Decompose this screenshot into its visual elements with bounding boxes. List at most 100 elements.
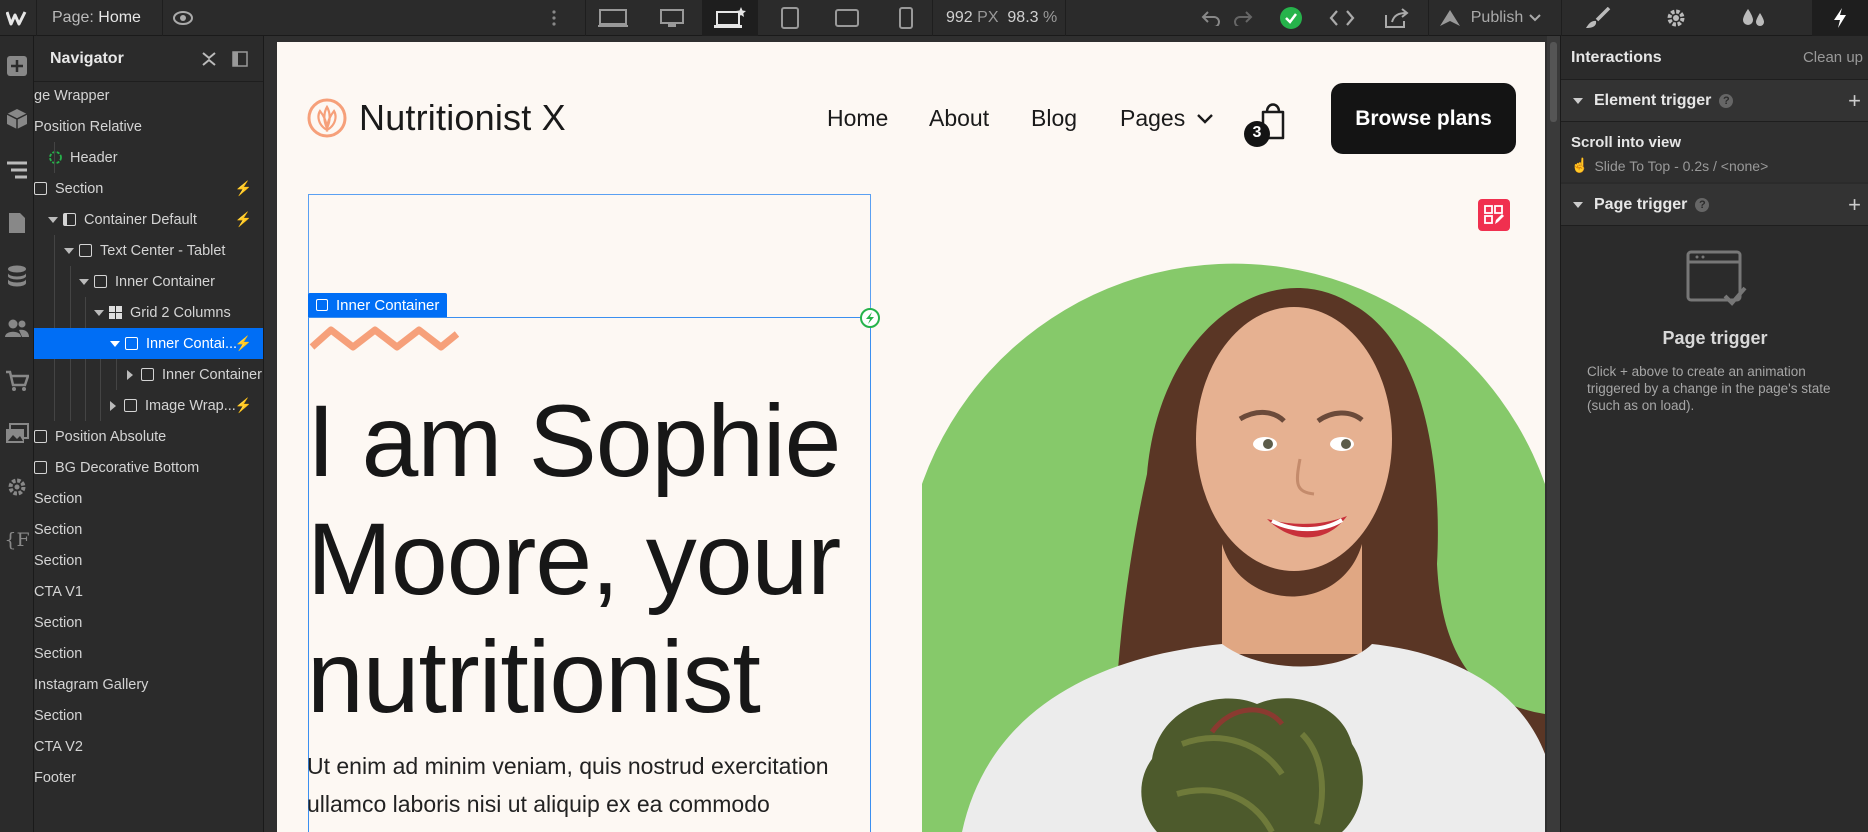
- navigator-item[interactable]: Section: [34, 700, 263, 731]
- navigator-item[interactable]: Section: [34, 514, 263, 545]
- navigator-item-label: Section: [34, 490, 83, 507]
- chevron-down-icon: [1529, 14, 1541, 22]
- navigator-item[interactable]: ge Wrapper: [34, 80, 263, 111]
- add-panel-icon[interactable]: [0, 51, 34, 81]
- interactions-title: Interactions: [1571, 48, 1662, 66]
- variables-icon[interactable]: {F: [0, 525, 34, 555]
- navigator-item-label: Image Wrap...: [145, 397, 236, 414]
- navigator-item[interactable]: Section ⚡: [34, 173, 263, 204]
- caret-down-icon[interactable]: [79, 278, 89, 285]
- caret-down-icon: [1573, 201, 1583, 208]
- cms-database-icon[interactable]: [0, 261, 34, 291]
- page-trigger-empty-icon: [1686, 250, 1747, 306]
- edit-grid-badge-icon[interactable]: [1478, 199, 1510, 231]
- navigator-item[interactable]: Section: [34, 545, 263, 576]
- browse-plans-button[interactable]: Browse plans: [1331, 83, 1516, 154]
- empty-state-title: Page trigger: [1662, 328, 1768, 348]
- interactions-header: Interactions Clean up: [1561, 36, 1868, 80]
- publish-button[interactable]: Publish: [1434, 0, 1546, 36]
- components-cube-icon[interactable]: [0, 104, 34, 134]
- webflow-logo-icon[interactable]: [0, 0, 36, 36]
- navigator-item-label: Section: [34, 707, 83, 724]
- style-brush-icon[interactable]: [1576, 0, 1620, 36]
- navigator-item-label: Header: [70, 149, 118, 166]
- nav-home-link[interactable]: Home: [827, 105, 888, 132]
- navigator-item[interactable]: Section: [34, 638, 263, 669]
- navigator-layers-icon[interactable]: [0, 155, 34, 185]
- breakpoint-tablet-icon[interactable]: [768, 0, 812, 36]
- trigger-list-item[interactable]: Scroll into view ☝ Slide To Top - 0.2s / …: [1561, 122, 1868, 182]
- publish-label: Publish: [1470, 9, 1524, 26]
- help-icon[interactable]: ?: [1719, 93, 1734, 108]
- navigator-item[interactable]: Position Absolute: [34, 421, 263, 452]
- caret-down-icon[interactable]: [110, 340, 120, 347]
- assets-images-icon[interactable]: [0, 419, 34, 449]
- navigator-item-label: Position Relative: [34, 118, 142, 135]
- page-selector[interactable]: Page: Home: [52, 0, 141, 36]
- users-icon[interactable]: [0, 313, 34, 343]
- navigator-item[interactable]: Position Relative: [34, 111, 263, 142]
- div-block-icon: [79, 244, 92, 257]
- cart-button[interactable]: 3: [1243, 98, 1293, 148]
- more-dots-icon[interactable]: [544, 0, 564, 36]
- navigator-item[interactable]: Header: [34, 142, 263, 173]
- export-icon[interactable]: [1376, 0, 1418, 36]
- page-trigger-label: Page trigger: [1594, 195, 1688, 213]
- ecommerce-cart-icon[interactable]: [0, 366, 34, 396]
- add-element-trigger-icon[interactable]: +: [1848, 88, 1861, 114]
- add-page-trigger-icon[interactable]: +: [1848, 192, 1861, 218]
- navigator-item[interactable]: Section: [34, 607, 263, 638]
- navigator-item[interactable]: CTA V2: [34, 731, 263, 762]
- settings-cog-icon[interactable]: [0, 472, 34, 502]
- nav-blog-link[interactable]: Blog: [1031, 105, 1077, 132]
- caret-down-icon[interactable]: [48, 216, 58, 223]
- caret-right-icon[interactable]: [110, 400, 116, 411]
- navigator-item[interactable]: Image Wrap... ⚡: [34, 390, 263, 421]
- navigator-item[interactable]: Container Default ⚡: [34, 204, 263, 235]
- site-brand[interactable]: Nutritionist X: [307, 97, 566, 139]
- tree-guide: [54, 297, 55, 328]
- breakpoint-desktop-icon[interactable]: [702, 0, 758, 36]
- caret-down-icon[interactable]: [94, 309, 104, 316]
- style-manager-drops-icon[interactable]: [1732, 0, 1776, 36]
- navigator-item[interactable]: Grid 2 Columns: [34, 297, 263, 328]
- navigator-item-label: CTA V2: [34, 738, 83, 755]
- preview-eye-icon[interactable]: [166, 0, 200, 36]
- selected-tag-label: Inner Container: [336, 296, 440, 314]
- div-block-icon: [34, 461, 47, 474]
- code-icon[interactable]: [1322, 0, 1362, 36]
- navigator-item[interactable]: Inner Container: [34, 359, 263, 390]
- navigator-item[interactable]: Inner Container: [34, 266, 263, 297]
- collapse-all-icon[interactable]: [202, 52, 216, 66]
- navigator-item[interactable]: CTA V1: [34, 576, 263, 607]
- element-trigger-section[interactable]: Element trigger ? +: [1561, 80, 1868, 122]
- breakpoint-landscape-icon[interactable]: [825, 0, 869, 36]
- navigator-item[interactable]: Instagram Gallery: [34, 669, 263, 700]
- selected-element-tag[interactable]: Inner Container: [308, 293, 448, 317]
- nav-about-link[interactable]: About: [929, 105, 989, 132]
- dock-panel-icon[interactable]: [232, 51, 248, 67]
- navigator-item[interactable]: Text Center - Tablet: [34, 235, 263, 266]
- settings-gear-icon[interactable]: [1654, 0, 1698, 36]
- breakpoint-xl-icon[interactable]: [650, 0, 694, 36]
- help-icon[interactable]: ?: [1695, 197, 1710, 212]
- navigator-item-label: Container Default: [84, 211, 197, 228]
- redo-icon[interactable]: [1226, 0, 1260, 36]
- canvas-scrollbar[interactable]: [1547, 36, 1560, 832]
- breakpoint-xxl-icon[interactable]: [591, 0, 635, 36]
- navigator-item[interactable]: Footer: [34, 762, 263, 793]
- caret-right-icon[interactable]: [127, 369, 133, 380]
- navigator-item[interactable]: Section: [34, 483, 263, 514]
- navigator-item[interactable]: Inner Contai... ⚡: [34, 328, 263, 359]
- interactions-bolt-icon[interactable]: [1812, 0, 1868, 36]
- caret-down-icon[interactable]: [64, 247, 74, 254]
- navigator-item-label: Instagram Gallery: [34, 676, 149, 693]
- breakpoint-mobile-icon[interactable]: [884, 0, 928, 36]
- interaction-bolt-icon[interactable]: [860, 308, 880, 328]
- nav-pages-dropdown[interactable]: Pages: [1120, 105, 1214, 132]
- interaction-bolt-icon: ⚡: [234, 335, 252, 351]
- clean-up-link[interactable]: Clean up: [1803, 49, 1863, 66]
- page-trigger-section[interactable]: Page trigger ? +: [1561, 184, 1868, 226]
- navigator-item[interactable]: BG Decorative Bottom: [34, 452, 263, 483]
- pages-icon[interactable]: [0, 208, 34, 238]
